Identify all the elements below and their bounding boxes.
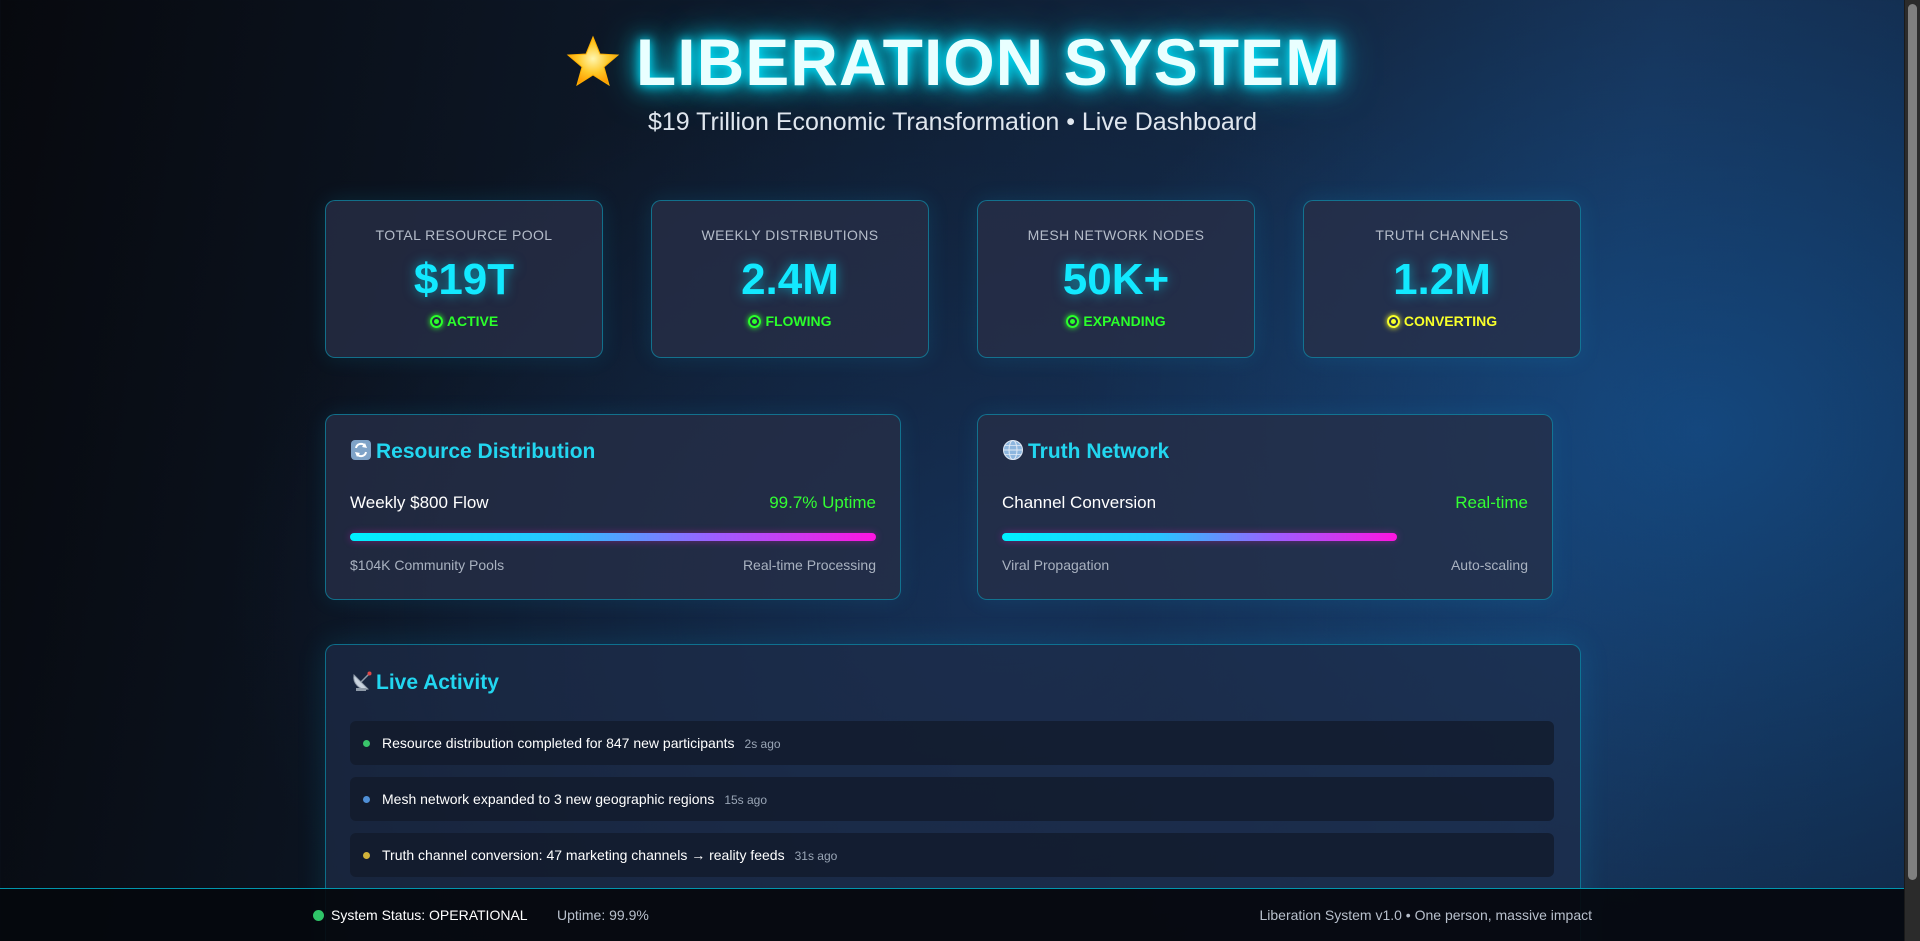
panel-footer-row: $104K Community Pools Real-time Processi… (350, 557, 876, 573)
glowing-star-icon (564, 30, 622, 88)
stat-status: CONVERTING (1304, 313, 1580, 329)
panel-title: Truth Network (1002, 439, 1169, 464)
status-dot-icon (748, 315, 762, 328)
stat-status: FLOWING (652, 313, 928, 329)
stat-status: ACTIVE (326, 313, 602, 329)
panel-truth-network: Truth Network Channel Conversion Real-ti… (977, 414, 1553, 600)
status-footer: System Status: OPERATIONAL Uptime: 99.9%… (0, 888, 1905, 941)
panel-resource-distribution: Resource Distribution Weekly $800 Flow 9… (325, 414, 901, 600)
title-text: LIBERATION SYSTEM (635, 25, 1342, 99)
status-dot-icon (313, 910, 324, 921)
stat-card-resource-pool: TOTAL RESOURCE POOL $19T ACTIVE (325, 200, 603, 358)
refresh-arrows-icon (350, 439, 372, 461)
globe-icon (1002, 439, 1024, 461)
activity-message: Resource distribution completed for 847 … (382, 735, 735, 751)
stat-value: 2.4M (741, 255, 839, 304)
uptime-text: Uptime: 99.9% (557, 907, 649, 923)
activity-time: 15s ago (724, 793, 768, 807)
activity-dot-icon (363, 740, 370, 747)
system-status: System Status: OPERATIONAL (313, 889, 528, 941)
vertical-scrollbar[interactable] (1904, 0, 1920, 941)
activity-message: Truth channel conversion: 47 marketing c… (382, 847, 785, 863)
metric-value: 99.7% Uptime (769, 493, 876, 512)
status-dot-icon (429, 315, 443, 328)
satellite-antenna-icon (350, 669, 374, 693)
activity-item: Resource distribution completed for 847 … (350, 721, 1554, 765)
metric-label: Weekly $800 Flow (350, 493, 489, 512)
activity-message: Mesh network expanded to 3 new geographi… (382, 791, 715, 807)
activity-item: Truth channel conversion: 47 marketing c… (350, 833, 1554, 877)
metric-label: Channel Conversion (1002, 493, 1157, 512)
progress-fill (1002, 533, 1397, 541)
scrollbar-thumb[interactable] (1908, 4, 1917, 880)
activity-dot-icon (363, 796, 370, 803)
stat-value: $19T (413, 255, 515, 304)
panel-footer-row: Viral Propagation Auto-scaling (1002, 557, 1528, 573)
stat-card-mesh-nodes: MESH NETWORK NODES 50K+ EXPANDING (977, 200, 1255, 358)
stat-card-truth-channels: TRUTH CHANNELS 1.2M CONVERTING (1303, 200, 1581, 358)
progress-fill (350, 533, 876, 541)
activity-time: 31s ago (794, 849, 838, 863)
stat-label: WEEKLY DISTRIBUTIONS (701, 227, 879, 243)
footer-right: Auto-scaling (1450, 557, 1528, 573)
panel-metric-row: Weekly $800 Flow 99.7% Uptime (350, 493, 876, 513)
stat-card-weekly-distributions: WEEKLY DISTRIBUTIONS 2.4M FLOWING (651, 200, 929, 358)
stat-value: 1.2M (1393, 255, 1491, 304)
stat-value: 50K+ (1062, 255, 1170, 304)
activity-dot-icon (363, 852, 370, 859)
footer-left: Viral Propagation (1002, 557, 1110, 573)
status-dot-icon (1066, 315, 1080, 328)
panel-metric-row: Channel Conversion Real-time (1002, 493, 1528, 513)
page-title: LIBERATION SYSTEM (0, 24, 1905, 100)
panel-title: Live Activity (350, 669, 499, 695)
panel-title: Resource Distribution (350, 439, 595, 464)
stat-status: EXPANDING (978, 313, 1254, 329)
footer-left: $104K Community Pools (350, 557, 505, 573)
stat-label: TOTAL RESOURCE POOL (375, 227, 553, 243)
version-text: Liberation System v1.0 • One person, mas… (1259, 907, 1593, 923)
footer-right: Real-time Processing (742, 557, 876, 573)
metric-value: Real-time (1455, 493, 1528, 512)
stat-label: MESH NETWORK NODES (1027, 227, 1205, 243)
stat-label: TRUTH CHANNELS (1375, 227, 1509, 243)
activity-time: 2s ago (744, 737, 781, 751)
progress-bar (350, 533, 876, 541)
activity-item: Mesh network expanded to 3 new geographi… (350, 777, 1554, 821)
page-subtitle: $19 Trillion Economic Transformation • L… (647, 108, 1258, 136)
status-dot-icon (1386, 315, 1400, 328)
progress-bar (1002, 533, 1528, 541)
